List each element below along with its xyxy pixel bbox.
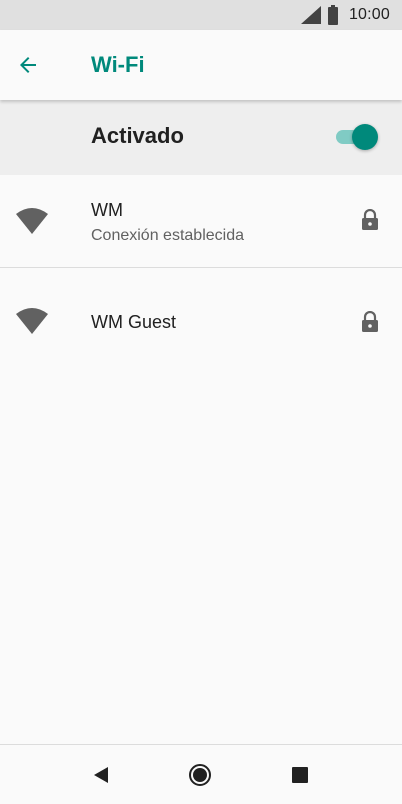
app-bar: Wi-Fi	[0, 30, 402, 100]
status-bar: 10:00	[0, 0, 402, 30]
network-name: WM	[91, 200, 123, 220]
signal-icon	[300, 6, 321, 24]
back-button[interactable]	[14, 51, 42, 79]
page-title: Wi-Fi	[91, 52, 145, 77]
master-switch-label: Activado	[91, 123, 184, 148]
back-triangle-icon	[94, 767, 108, 783]
wifi-icon	[16, 208, 48, 234]
battery-icon	[327, 5, 338, 25]
lock-icon	[362, 311, 378, 332]
wifi-settings-screen: 10:00 Wi-Fi Activado WM Conexión estable…	[0, 0, 402, 804]
recents-square-icon	[292, 767, 308, 783]
system-nav-bar	[0, 744, 402, 804]
toggle-thumb	[352, 124, 378, 150]
wifi-master-switch-row[interactable]: Activado	[0, 100, 402, 175]
arrow-left-icon	[20, 57, 36, 73]
network-name: WM Guest	[91, 312, 177, 332]
network-item-wm-guest[interactable]: WM Guest	[0, 269, 402, 375]
nav-home-button[interactable]	[187, 762, 213, 788]
wifi-toggle[interactable]	[334, 123, 380, 151]
wifi-icon	[16, 308, 48, 334]
network-status: Conexión establecida	[91, 227, 244, 244]
network-item-wm[interactable]: WM Conexión establecida	[0, 175, 402, 268]
nav-recents-button[interactable]	[287, 762, 313, 788]
nav-back-button[interactable]	[88, 762, 114, 788]
status-time: 10:00	[348, 6, 390, 23]
home-circle-icon	[189, 764, 211, 786]
lock-icon	[362, 209, 378, 230]
